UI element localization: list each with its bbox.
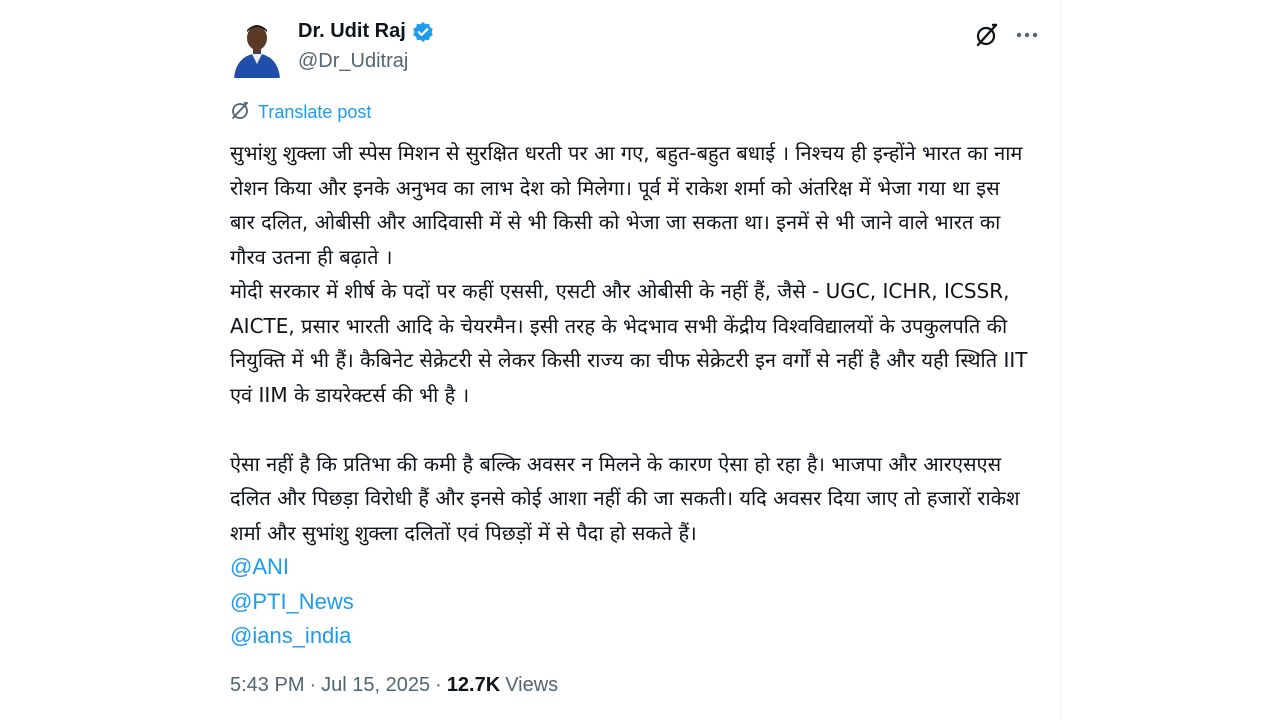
meta-separator: · [435,674,442,696]
post-paragraph-2: मोदी सरकार में शीर्ष के पदों पर कहीं एसस… [230,279,1028,407]
translate-icon [230,100,250,124]
post-meta: 5:43 PM · Jul 15, 2025 · 12.7K Views [230,674,558,697]
verified-badge-icon[interactable] [412,21,434,43]
post-date[interactable]: Jul 15, 2025 [321,674,430,697]
mention-link-ani[interactable]: @ANI [230,550,1030,585]
meta-separator: · [309,674,317,696]
post-text: सुभांशु शुक्ला जी स्पेस मिशन से सुरक्षित… [230,136,1030,654]
views-label: Views [505,674,559,696]
mention-link-ians-india[interactable]: @ians_india [230,619,1030,654]
avatar[interactable] [230,18,284,78]
post-paragraph-3: ऐसा नहीं है कि प्रतिभा की कमी है बल्कि अ… [230,451,1020,545]
page: Dr. Udit Raj @Dr_Uditraj Translate post … [0,0,1280,720]
mention-link-pti-news[interactable]: @PTI_News [230,585,1030,620]
post-header: Dr. Udit Raj @Dr_Uditraj [230,16,1040,80]
post-paragraph-1: सुभांशु शुक्ला जी स्पेस मिशन से सुरक्षित… [230,141,1023,269]
post-column: Dr. Udit Raj @Dr_Uditraj Translate post … [210,0,1061,720]
translate-post-button[interactable]: Translate post [230,100,371,124]
more-icon[interactable] [1014,22,1040,48]
translate-post-label: Translate post [258,101,372,122]
grok-icon[interactable] [974,22,1000,48]
author-handle[interactable]: @Dr_Uditraj [298,50,408,73]
avatar-image [230,18,284,78]
post-time[interactable]: 5:43 PM [230,674,304,697]
author-name[interactable]: Dr. Udit Raj [298,20,406,43]
views-count: 12.7K [446,674,501,696]
author-name-row: Dr. Udit Raj [298,20,434,43]
